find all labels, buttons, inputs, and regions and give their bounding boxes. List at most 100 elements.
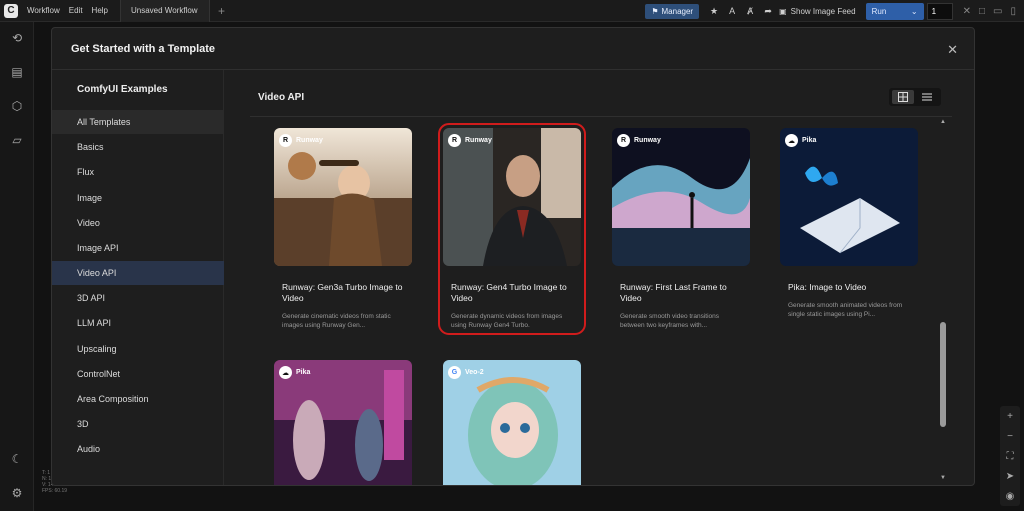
- queue-list-icon[interactable]: ▤: [10, 65, 24, 79]
- show-image-feed-label: Show Image Feed: [790, 6, 856, 16]
- menu-edit[interactable]: Edit: [69, 6, 83, 15]
- menu-help[interactable]: Help: [92, 6, 108, 15]
- batch-count-input[interactable]: 1: [926, 2, 953, 20]
- nav-flux[interactable]: Flux: [52, 160, 224, 184]
- canvas-tools: + − ⛶ ➤ ◉: [1000, 406, 1020, 506]
- provider-badge: G Veo-2: [448, 366, 484, 379]
- show-image-feed-button[interactable]: ▣ Show Image Feed: [779, 7, 856, 16]
- settings-gear-icon[interactable]: ⚙: [10, 486, 24, 500]
- fit-view-icon[interactable]: ⛶: [1007, 451, 1014, 462]
- card-description: Generate smooth animated videos from sin…: [788, 302, 903, 318]
- provider-name: Pika: [802, 137, 817, 144]
- nav-3d-api[interactable]: 3D API: [52, 286, 224, 310]
- close-x-icon[interactable]: ✕: [963, 6, 971, 17]
- runway-logo-icon: R: [279, 134, 292, 147]
- image-feed-icon: ▣: [779, 6, 787, 16]
- nav-video-api[interactable]: Video API: [52, 261, 224, 285]
- content-scrollbar[interactable]: ▲ ▼: [940, 117, 946, 485]
- card-thumbnail: ☁ Pika: [274, 360, 412, 485]
- provider-badge: ☁ Pika: [279, 366, 310, 379]
- scroll-thumb[interactable]: [940, 322, 946, 427]
- nav-video[interactable]: Video: [52, 211, 224, 235]
- star-icon[interactable]: ★: [707, 6, 721, 17]
- run-button[interactable]: Run ⌄: [865, 2, 924, 20]
- node-library-cube-icon[interactable]: ⬡: [10, 99, 24, 113]
- run-label: Run: [871, 6, 887, 16]
- template-sidebar: ComfyUI Examples All Templates Basics Fl…: [52, 70, 224, 485]
- manager-label: Manager: [661, 6, 694, 16]
- card-thumbnail: R Runway: [612, 128, 750, 266]
- eye-icon[interactable]: ◉: [1006, 491, 1015, 502]
- history-icon[interactable]: ⟲: [10, 31, 24, 45]
- provider-badge: R Runway: [617, 134, 661, 147]
- scroll-down-icon[interactable]: ▼: [940, 475, 946, 481]
- card-thumbnail: G Veo-2: [443, 360, 581, 485]
- nav-basics[interactable]: Basics: [52, 135, 224, 159]
- template-modal: Get Started with a Template ✕ ComfyUI Ex…: [51, 27, 975, 486]
- provider-name: Runway: [296, 137, 323, 144]
- nav-upscaling[interactable]: Upscaling: [52, 337, 224, 361]
- template-card-gen3a[interactable]: R Runway Runway: Gen3a Turbo Image to Vi…: [274, 128, 412, 330]
- nav-audio[interactable]: Audio: [52, 437, 224, 461]
- share-arrow-icon[interactable]: ➦: [761, 6, 775, 17]
- comfy-logo-icon[interactable]: C: [4, 3, 18, 18]
- top-bar: C Workflow Edit Help Unsaved Workflow + …: [0, 0, 1024, 22]
- square-icon[interactable]: □: [979, 6, 985, 17]
- nav-area-composition[interactable]: Area Composition: [52, 387, 224, 411]
- nav-all-templates[interactable]: All Templates: [52, 110, 224, 134]
- card-thumbnail: R Runway: [443, 128, 581, 266]
- nav-controlnet[interactable]: ControlNet: [52, 362, 224, 386]
- template-card-pika-image-to-video[interactable]: ☁ Pika Pika: Image to Video Generate smo…: [780, 128, 918, 319]
- runway-logo-icon: R: [448, 134, 461, 147]
- card-description: Generate dynamic videos from images usin…: [451, 313, 563, 329]
- card-title: Runway: Gen3a Turbo Image to Video: [282, 282, 403, 303]
- workflow-tab-label: Unsaved Workflow: [131, 6, 198, 15]
- provider-name: Runway: [634, 137, 661, 144]
- provider-name: Pika: [296, 369, 311, 376]
- list-view-icon[interactable]: [916, 90, 938, 104]
- theme-moon-icon[interactable]: ☾: [10, 452, 24, 466]
- template-card-gen4[interactable]: R Runway Runway: Gen4 Turbo Image to Vid…: [438, 123, 586, 335]
- nav-3d[interactable]: 3D: [52, 412, 224, 436]
- puzzle-icon: ⚑: [651, 6, 659, 16]
- card-description: Generate smooth video transitions betwee…: [620, 313, 719, 329]
- template-card-veo-2[interactable]: G Veo-2: [443, 360, 581, 485]
- provider-badge: ☁ Pika: [785, 134, 816, 147]
- zoom-in-icon[interactable]: +: [1007, 411, 1013, 422]
- runway-logo-icon: R: [617, 134, 630, 147]
- view-toggle: [889, 88, 941, 106]
- nav-llm-api[interactable]: LLM API: [52, 311, 224, 335]
- scroll-up-icon[interactable]: ▲: [940, 119, 946, 125]
- google-logo-icon: G: [448, 366, 461, 379]
- text-a-icon[interactable]: A: [725, 6, 739, 16]
- modal-title: Get Started with a Template: [71, 42, 216, 55]
- chevron-down-icon[interactable]: ⌄: [911, 7, 918, 16]
- template-card-first-last-frame[interactable]: R Runway Runway: First Last Frame to Vid…: [612, 128, 750, 330]
- provider-name: Veo-2: [465, 369, 484, 376]
- nav-image[interactable]: Image: [52, 186, 224, 210]
- sidebar-title: ComfyUI Examples: [77, 84, 168, 95]
- menu-workflow[interactable]: Workflow: [27, 6, 60, 15]
- template-content: Video API R Runway Runway: Gen3a Turbo I…: [250, 70, 952, 485]
- close-icon[interactable]: ✕: [947, 42, 958, 58]
- card-title: Runway: First Last Frame to Video: [620, 282, 727, 303]
- card-thumbnail: R Runway: [274, 128, 412, 266]
- left-rail: ⟲ ▤ ⬡ ▱ ☾ ⚙: [0, 22, 34, 511]
- pointer-icon[interactable]: ➤: [1006, 471, 1014, 482]
- nav-image-api[interactable]: Image API: [52, 236, 224, 260]
- template-card-pika-2[interactable]: ☁ Pika: [274, 360, 412, 485]
- batch-count-value: 1: [931, 6, 937, 16]
- new-tab-plus-icon[interactable]: +: [218, 4, 225, 18]
- manager-button[interactable]: ⚑ Manager: [645, 3, 700, 19]
- zoom-out-icon[interactable]: −: [1007, 431, 1013, 442]
- text-a-slash-icon[interactable]: Ⱥ: [743, 6, 757, 16]
- content-title: Video API: [258, 92, 305, 103]
- folder-icon[interactable]: ▱: [10, 133, 24, 147]
- card-title: Runway: Gen4 Turbo Image to Video: [451, 282, 567, 303]
- grid-view-icon[interactable]: [892, 90, 914, 104]
- panel-icon[interactable]: ▭: [993, 6, 1002, 17]
- provider-badge: R Runway: [279, 134, 323, 147]
- workflow-tab[interactable]: Unsaved Workflow: [120, 0, 210, 22]
- sidebar-panel-icon[interactable]: ▯: [1010, 6, 1016, 17]
- card-title: Pika: Image to Video: [788, 282, 867, 292]
